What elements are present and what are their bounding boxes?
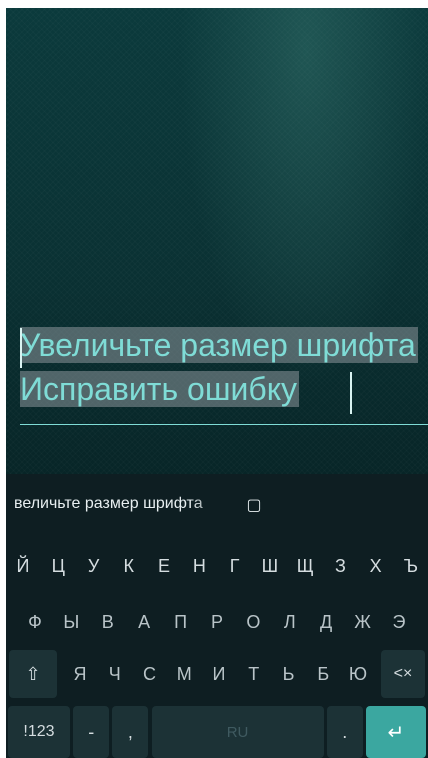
key[interactable]: Т	[239, 650, 269, 698]
key[interactable]: К	[112, 542, 146, 590]
key[interactable]: Н	[182, 542, 216, 590]
clipboard-icon[interactable]: ▢	[244, 495, 264, 514]
keyboard: величьте размер шрифта ▢ ЙЦУКЕНГШЩЗХЪ ФЫ…	[6, 474, 428, 758]
key[interactable]: Щ	[288, 542, 322, 590]
key[interactable]: П	[164, 598, 198, 646]
key[interactable]: Ш	[253, 542, 287, 590]
key[interactable]: И	[204, 650, 234, 698]
editor-line-2[interactable]: Исправить ошибку	[20, 368, 300, 410]
keyboard-row-3-letters: ЯЧСМИТЬБЮ	[57, 650, 381, 698]
key[interactable]: Ь	[274, 650, 304, 698]
text-editor[interactable]: Увеличьте размер шрифта Исправить ошибку	[20, 320, 428, 425]
key[interactable]: В	[91, 598, 125, 646]
shift-icon: ⇧	[25, 663, 41, 684]
suggestion-text[interactable]: величьте размер шрифта	[6, 495, 236, 513]
backspace-key[interactable]: <×	[381, 650, 425, 698]
key[interactable]: С	[135, 650, 165, 698]
key[interactable]: Б	[308, 650, 338, 698]
key[interactable]: Р	[200, 598, 234, 646]
key[interactable]: Л	[273, 598, 307, 646]
enter-icon: ↵	[387, 721, 405, 744]
backspace-icon: <×	[393, 665, 413, 682]
selection-start-handle[interactable]	[20, 328, 22, 368]
key[interactable]: Ц	[41, 542, 75, 590]
suggestion-bar: величьте размер шрифта ▢	[6, 474, 428, 534]
shift-key[interactable]: ⇧	[9, 650, 57, 698]
keyboard-row-4: !123 - , RU . ↵	[6, 706, 428, 758]
dash-key[interactable]: -	[73, 706, 110, 758]
key[interactable]: Г	[218, 542, 252, 590]
space-key[interactable]: RU	[151, 706, 324, 758]
keyboard-row-3: ⇧ ЯЧСМИТЬБЮ <×	[6, 650, 428, 698]
selected-text-line-1[interactable]: Увеличьте размер шрифта	[20, 327, 418, 363]
key[interactable]: Э	[382, 598, 416, 646]
key[interactable]: Й	[6, 542, 40, 590]
key[interactable]: Е	[147, 542, 181, 590]
key[interactable]: Ю	[343, 650, 373, 698]
selection-end-handle[interactable]	[350, 372, 352, 414]
key[interactable]: Ф	[18, 598, 52, 646]
key[interactable]: А	[127, 598, 161, 646]
key[interactable]: Я	[65, 650, 95, 698]
comma-key[interactable]: ,	[112, 706, 149, 758]
editor-underline	[20, 424, 428, 425]
symbols-key[interactable]: !123	[8, 706, 70, 758]
key[interactable]: З	[323, 542, 357, 590]
key[interactable]: О	[236, 598, 270, 646]
key[interactable]: Д	[309, 598, 343, 646]
editor-line-1[interactable]: Увеличьте размер шрифта	[20, 324, 418, 366]
key[interactable]: Ъ	[394, 542, 428, 590]
keyboard-row-2: ФЫВАПРОЛДЖЭ	[6, 598, 428, 646]
key[interactable]: Ы	[54, 598, 88, 646]
key[interactable]: У	[77, 542, 111, 590]
selected-text-line-2[interactable]: Исправить ошибку	[20, 371, 300, 407]
key[interactable]: М	[169, 650, 199, 698]
key[interactable]: Х	[359, 542, 393, 590]
enter-key[interactable]: ↵	[365, 706, 426, 758]
key[interactable]: Ч	[100, 650, 130, 698]
period-key[interactable]: .	[326, 706, 363, 758]
key[interactable]: Ж	[346, 598, 380, 646]
keyboard-row-1: ЙЦУКЕНГШЩЗХЪ	[6, 542, 428, 590]
